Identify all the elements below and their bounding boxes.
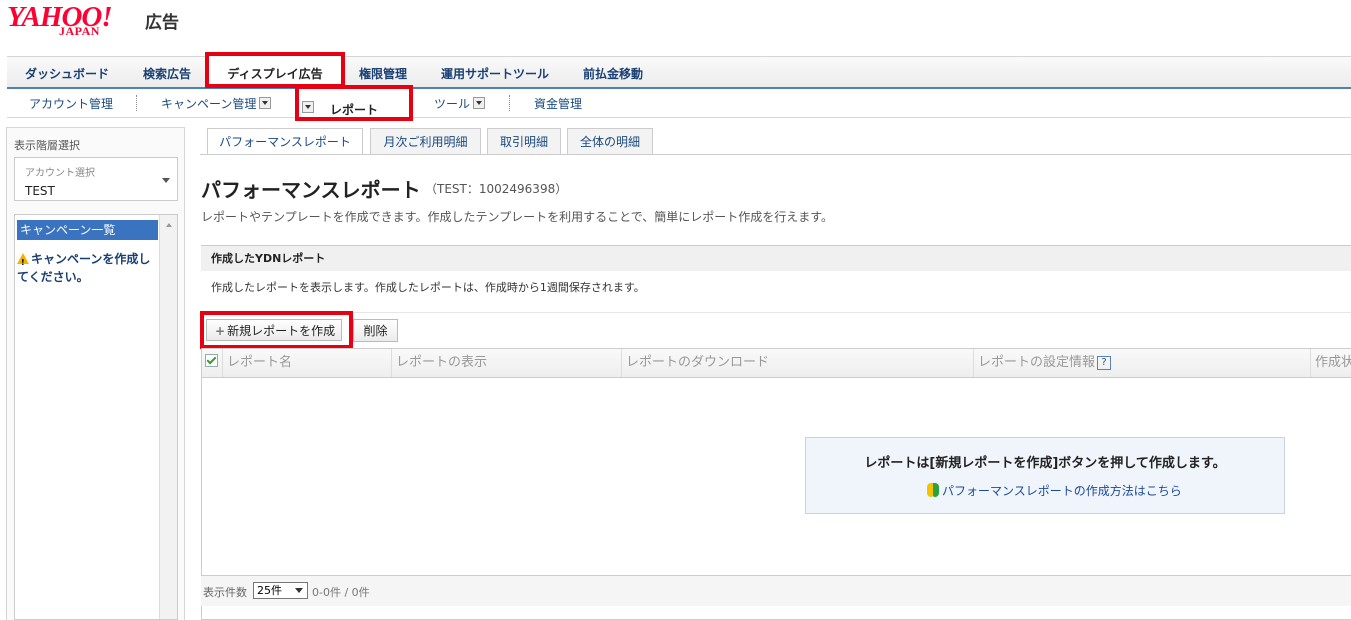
tab-performance-report[interactable]: パフォーマンスレポート	[207, 128, 363, 155]
empty-state: レポートは[新規レポートを作成]ボタンを押して作成します。 パフォーマンスレポー…	[805, 437, 1285, 514]
chevron-down-icon[interactable]	[259, 97, 272, 109]
scroll-up-icon[interactable]	[166, 223, 172, 227]
logo-service: 広告	[145, 13, 179, 33]
page-description: レポートやテンプレートを作成できます。作成したテンプレートを利用することで、簡単…	[201, 210, 834, 224]
sub-nav: アカウント管理 キャンペーン管理 レポート ツール 資金管理	[7, 85, 1351, 121]
col-report-settings-label: レポートの設定情報	[978, 355, 1096, 370]
new-report-button[interactable]: + 新規レポートを作成	[206, 319, 342, 341]
account-select-value: TEST	[25, 184, 55, 198]
sub-nav-campaign[interactable]: キャンペーン管理	[161, 95, 272, 112]
section-heading: 作成したYDNレポート	[201, 245, 1351, 271]
plus-icon: +	[215, 324, 226, 338]
main-nav: ダッシュボード 検索広告 ディスプレイ広告 権限管理 運用サポートツール 前払金…	[7, 52, 1351, 89]
chevron-down-icon[interactable]	[473, 97, 486, 109]
col-report-display[interactable]: レポートの表示	[391, 349, 621, 377]
new-report-highlight: + 新規レポートを作成	[200, 311, 353, 349]
sub-nav-report[interactable]: レポート	[295, 85, 413, 121]
result-range: 0-0件 / 0件	[312, 586, 370, 599]
new-report-label: 新規レポートを作成	[227, 324, 336, 338]
page-subtitle: （TEST：1002496398）	[425, 182, 568, 196]
sub-nav-tools-label: ツール	[434, 97, 471, 111]
sub-nav-campaign-label: キャンペーン管理	[161, 97, 257, 111]
hierarchy-title: 表示階層選択	[14, 139, 80, 152]
main-nav-prepayment-transfer[interactable]: 前払金移動	[583, 65, 643, 82]
scrollbar[interactable]	[159, 215, 177, 619]
account-select-label: アカウント選択	[25, 168, 95, 179]
how-to-link[interactable]: パフォーマンスレポートの作成方法はこちら	[927, 482, 1182, 499]
col-report-download[interactable]: レポートのダウンロード	[621, 349, 973, 377]
table-header: レポート名 レポートの表示 レポートのダウンロード レポートの設定情報? 作成状…	[202, 349, 1351, 378]
help-icon[interactable]: ?	[1097, 356, 1112, 370]
beginner-mark-icon	[927, 483, 939, 497]
select-all-cell	[202, 349, 222, 377]
tab-overall-statement[interactable]: 全体の明細	[567, 128, 653, 154]
main-nav-support-tools[interactable]: 運用サポートツール	[441, 65, 549, 82]
col-report-settings[interactable]: レポートの設定情報?	[973, 349, 1310, 377]
how-to-link-text: パフォーマンスレポートの作成方法はこちら	[942, 484, 1182, 498]
chevron-down-icon[interactable]	[302, 101, 314, 113]
page-size-select[interactable]: 25件	[253, 582, 308, 599]
warning-icon	[17, 253, 29, 272]
chevron-down-icon	[162, 178, 170, 183]
sub-nav-divider	[509, 95, 510, 111]
main-nav-display-ads-label: ディスプレイ広告	[227, 67, 323, 81]
main-nav-dashboard[interactable]: ダッシュボード	[25, 65, 109, 82]
sub-nav-report-label: レポート	[329, 103, 378, 117]
sub-nav-funds[interactable]: 資金管理	[534, 95, 582, 112]
sub-nav-divider	[136, 95, 137, 111]
delete-button[interactable]: 削除	[353, 319, 398, 342]
campaign-list-header[interactable]: キャンペーン一覧	[17, 220, 158, 240]
campaign-list: キャンペーン一覧 キャンペーンを作成してください。	[14, 214, 178, 620]
logo-sub: JAPAN	[59, 24, 100, 38]
tab-divider	[200, 154, 1351, 155]
sub-nav-tools[interactable]: ツール	[434, 95, 486, 112]
campaign-warning-text: キャンペーンを作成してください。	[17, 252, 151, 284]
divider	[201, 312, 1351, 313]
select-all-checkbox[interactable]	[205, 354, 218, 367]
col-status[interactable]: 作成状況	[1310, 349, 1351, 377]
main-nav-permissions[interactable]: 権限管理	[359, 65, 407, 82]
empty-state-message: レポートは[新規レポートを作成]ボタンを押して作成します。	[864, 456, 1226, 471]
page-size-label: 表示件数	[203, 586, 247, 599]
main-nav-display-ads[interactable]: ディスプレイ広告	[205, 52, 345, 88]
table-footer: 表示件数 25件 0-0件 / 0件	[201, 575, 1351, 606]
account-select[interactable]: アカウント選択 TEST	[14, 157, 178, 201]
main-nav-search-ads[interactable]: 検索広告	[143, 65, 191, 82]
col-report-name[interactable]: レポート名	[222, 349, 391, 377]
tab-monthly-statement[interactable]: 月次ご利用明細	[370, 128, 481, 154]
campaign-warning: キャンペーンを作成してください。	[17, 250, 157, 286]
tab-transaction-statement[interactable]: 取引明細	[487, 128, 561, 154]
section-description: 作成したレポートを表示します。作成したレポートは、作成時から1週間保存されます。	[211, 281, 645, 294]
sub-nav-account[interactable]: アカウント管理	[29, 95, 113, 112]
page-title: パフォーマンスレポート	[201, 178, 421, 202]
